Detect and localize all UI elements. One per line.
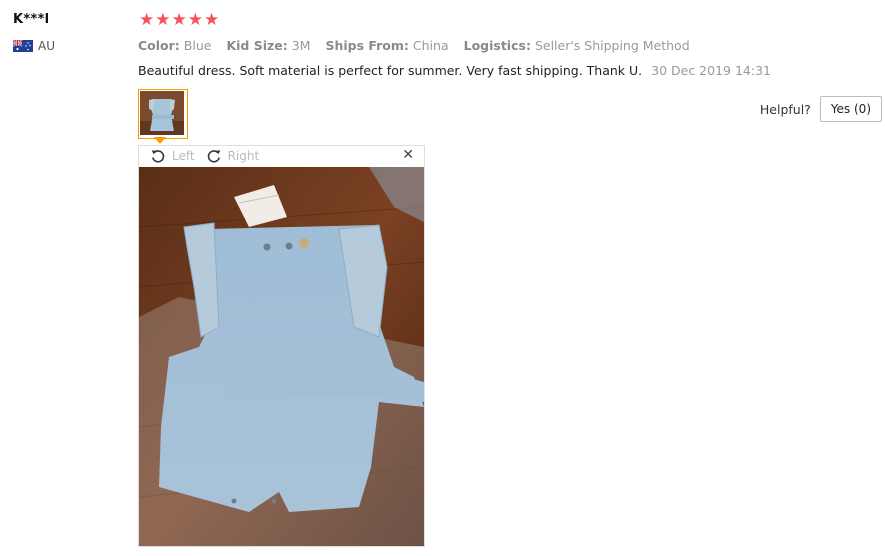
close-icon[interactable]: ✕ bbox=[402, 147, 414, 163]
star-icon: ★ bbox=[155, 10, 171, 30]
australia-flag-icon bbox=[13, 40, 33, 52]
review-photo bbox=[139, 167, 424, 546]
attribute-key: Color: bbox=[138, 38, 180, 53]
attribute-value: Seller's Shipping Method bbox=[534, 38, 690, 53]
attribute-key: Ships From: bbox=[325, 38, 409, 53]
review-text-row: Beautiful dress. Soft material is perfec… bbox=[138, 63, 771, 78]
star-rating: ★ ★ ★ ★ ★ bbox=[139, 12, 220, 29]
attribute-key: Logistics: bbox=[463, 38, 531, 53]
review-photo-thumbnail[interactable] bbox=[138, 89, 188, 139]
product-attributes: Color: Blue Kid Size: 3M Ships From: Chi… bbox=[138, 38, 701, 53]
country-code: AU bbox=[38, 39, 55, 53]
star-icon: ★ bbox=[187, 10, 203, 30]
helpful-section: Helpful? Yes (0) bbox=[760, 96, 882, 122]
review-item: K***l AU ★ ★ ★ ★ ★ Color: Blue Kid Size: 3M … bbox=[0, 0, 885, 556]
rotate-right-label: Right bbox=[227, 149, 260, 163]
thumbnail-pointer bbox=[154, 137, 166, 144]
reviewer-name: K***l bbox=[13, 12, 50, 27]
photo-viewer: Left Right ✕ bbox=[138, 145, 425, 547]
attribute-color: Color: Blue bbox=[138, 38, 215, 53]
photo-thumbnail-image bbox=[140, 91, 184, 135]
rotate-right-icon bbox=[207, 150, 220, 163]
attribute-value: Blue bbox=[183, 38, 212, 53]
helpful-label: Helpful? bbox=[759, 101, 811, 117]
viewer-toolbar: Left Right ✕ bbox=[139, 146, 424, 166]
rotate-right-button[interactable]: Right bbox=[206, 148, 260, 164]
star-icon: ★ bbox=[139, 10, 155, 30]
helpful-yes-button[interactable]: Yes (0) bbox=[819, 96, 882, 122]
review-date: 30 Dec 2019 14:31 bbox=[651, 63, 771, 78]
review-text: Beautiful dress. Soft material is perfec… bbox=[138, 63, 643, 78]
reviewer-country: AU bbox=[13, 39, 55, 53]
star-icon: ★ bbox=[204, 10, 220, 30]
rotate-left-icon bbox=[151, 150, 165, 163]
rotate-left-button[interactable]: Left bbox=[150, 148, 195, 164]
attribute-value: 3M bbox=[291, 38, 311, 53]
attribute-ships-from: Ships From: China bbox=[325, 38, 452, 53]
attribute-key: Kid Size: bbox=[226, 38, 288, 53]
rotate-left-label: Left bbox=[172, 149, 195, 163]
attribute-value: China bbox=[412, 38, 449, 53]
attribute-logistics: Logistics: Seller's Shipping Method bbox=[464, 38, 690, 53]
attribute-kid-size: Kid Size: 3M bbox=[226, 38, 314, 53]
star-icon: ★ bbox=[171, 10, 187, 30]
